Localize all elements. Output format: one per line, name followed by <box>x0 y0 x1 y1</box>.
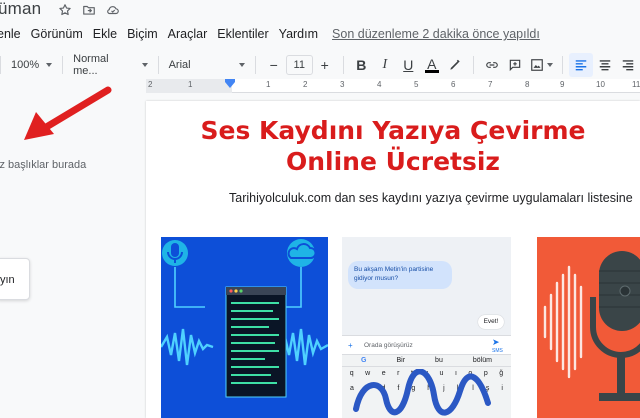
align-right-icon[interactable] <box>617 53 640 77</box>
insert-image-icon[interactable] <box>527 53 556 77</box>
comment-icon[interactable] <box>504 53 528 77</box>
phone-keyboard-screenshot[interactable]: Bu akşam Metin'in partisine gidiyor musu… <box>342 237 511 418</box>
document-page[interactable]: Ses Kaydını Yazıya Çevirme Online Ücrets… <box>146 101 640 418</box>
menu-insert[interactable]: Ekle <box>93 27 117 41</box>
voice-waveform-graphic <box>161 237 328 418</box>
microphone-graphic <box>537 237 640 418</box>
menu-bar: enle Görünüm Ekle Biçim Araçlar Eklentil… <box>0 25 540 43</box>
outline-hint: iz başlıklar burada <box>0 159 86 171</box>
underline-button[interactable]: U <box>397 53 421 77</box>
heading-line-1: Ses Kaydını Yazıya Çevirme <box>200 116 586 145</box>
plus-icon: + <box>348 341 353 350</box>
ruler-number: 7 <box>488 80 493 89</box>
align-center-icon[interactable] <box>593 53 617 77</box>
ruler-number: 11 <box>632 80 640 89</box>
ruler-number: 3 <box>340 80 345 89</box>
toolbar: 100% Normal me... Arial − 11 + B I U A <box>0 51 640 79</box>
move-folder-icon[interactable] <box>82 3 96 17</box>
text-color-label: A <box>427 55 437 72</box>
cloud-status-icon[interactable] <box>106 3 120 17</box>
menu-format[interactable]: Biçim <box>127 27 158 41</box>
increase-font-button[interactable]: + <box>313 53 337 77</box>
zoom-value: 100% <box>10 59 40 71</box>
red-arrow-annotation <box>24 86 112 140</box>
message-input-bar: + Orada görüşürüz ➤ SMS <box>342 335 511 355</box>
toolbar-divider <box>0 56 1 74</box>
menu-help[interactable]: Yardım <box>279 27 318 41</box>
font-size-input[interactable]: 11 <box>285 55 313 75</box>
horizontal-ruler[interactable]: 2 1 1 2 3 4 5 6 7 8 9 10 11 <box>146 79 640 93</box>
chat-reply-bubble: Evet! <box>478 315 504 329</box>
last-edit-link[interactable]: Son düzenleme 2 dakika önce yapıldı <box>332 27 540 41</box>
style-value: Normal me... <box>73 53 109 77</box>
heading-line-2: Online Ücretsiz <box>285 147 500 176</box>
send-icon: ➤ <box>492 337 500 347</box>
ruler-number: 1 <box>266 80 271 89</box>
toolbar-divider <box>255 56 256 74</box>
document-heading[interactable]: Ses Kaydını Yazıya Çevirme Online Ücrets… <box>146 115 640 177</box>
zoom-select[interactable]: 100% <box>7 54 56 76</box>
link-icon[interactable] <box>480 53 504 77</box>
voice-to-text-illustration[interactable] <box>161 237 328 418</box>
chevron-down-icon <box>239 63 246 67</box>
suggestion-strip: G Bir bu bölüm <box>342 355 511 367</box>
toolbar-divider <box>62 56 64 74</box>
highlight-pen-icon[interactable] <box>444 53 468 77</box>
title-bar: üman <box>0 0 640 22</box>
docs-window: üman enle Görünüm Ekle Biçim Araçlar Ekl… <box>0 0 640 418</box>
chat-message-bubble: Bu akşam Metin'in partisine gidiyor musu… <box>348 261 452 289</box>
title-icons <box>58 3 120 17</box>
keyboard-area: G Bir bu bölüm q w e r t y u ı o p ğ a s… <box>342 355 511 418</box>
outline-card-text: yın <box>0 274 15 286</box>
toolbar-divider <box>473 56 475 74</box>
text-color-swatch <box>424 69 439 73</box>
document-subtitle[interactable]: Tarihiyolculuk.com dan ses kaydını yazıy… <box>229 191 633 205</box>
toolbar-divider <box>562 56 564 74</box>
menu-tools[interactable]: Araçlar <box>168 27 208 41</box>
bold-button[interactable]: B <box>350 53 374 77</box>
ruler-number: 2 <box>303 80 308 89</box>
google-icon: G <box>361 357 367 364</box>
star-icon[interactable] <box>58 3 72 17</box>
sms-label: SMS <box>492 348 503 354</box>
microphone-illustration[interactable] <box>537 237 640 418</box>
ruler-number: 2 <box>148 80 153 89</box>
ruler-number: 8 <box>525 80 530 89</box>
document-title[interactable]: üman <box>0 0 41 19</box>
chevron-down-icon <box>46 63 53 67</box>
italic-button[interactable]: I <box>373 53 397 77</box>
outline-hint-text: iz başlıklar burada <box>0 159 87 171</box>
decrease-font-button[interactable]: − <box>262 53 286 77</box>
menu-edit[interactable]: enle <box>0 27 21 41</box>
menu-addons[interactable]: Eklentiler <box>217 27 268 41</box>
swipe-trail-graphic <box>353 369 491 416</box>
menu-view[interactable]: Görünüm <box>31 27 83 41</box>
ruler-number: 4 <box>377 80 382 89</box>
toolbar-divider <box>157 56 159 74</box>
chevron-down-icon <box>547 63 554 67</box>
toolbar-divider <box>342 56 344 74</box>
ruler-number: 1 <box>188 80 193 89</box>
align-left-icon[interactable] <box>569 53 593 77</box>
ruler-number: 5 <box>414 80 419 89</box>
suggestion-word: Bir <box>396 357 406 364</box>
style-select[interactable]: Normal me... <box>69 53 151 77</box>
suggestion-word: bölüm <box>472 357 492 364</box>
message-input-text: Orada görüşürüz <box>364 342 413 349</box>
ruler-number: 10 <box>596 80 605 89</box>
font-value: Arial <box>168 59 191 71</box>
suggestion-word: bu <box>435 357 443 364</box>
left-indent-marker[interactable] <box>225 82 235 88</box>
ruler-number: 9 <box>560 80 565 89</box>
text-color-button[interactable]: A <box>420 53 444 77</box>
ruler-number: 6 <box>451 80 456 89</box>
chevron-down-icon <box>141 63 148 67</box>
font-select[interactable]: Arial <box>165 54 249 76</box>
